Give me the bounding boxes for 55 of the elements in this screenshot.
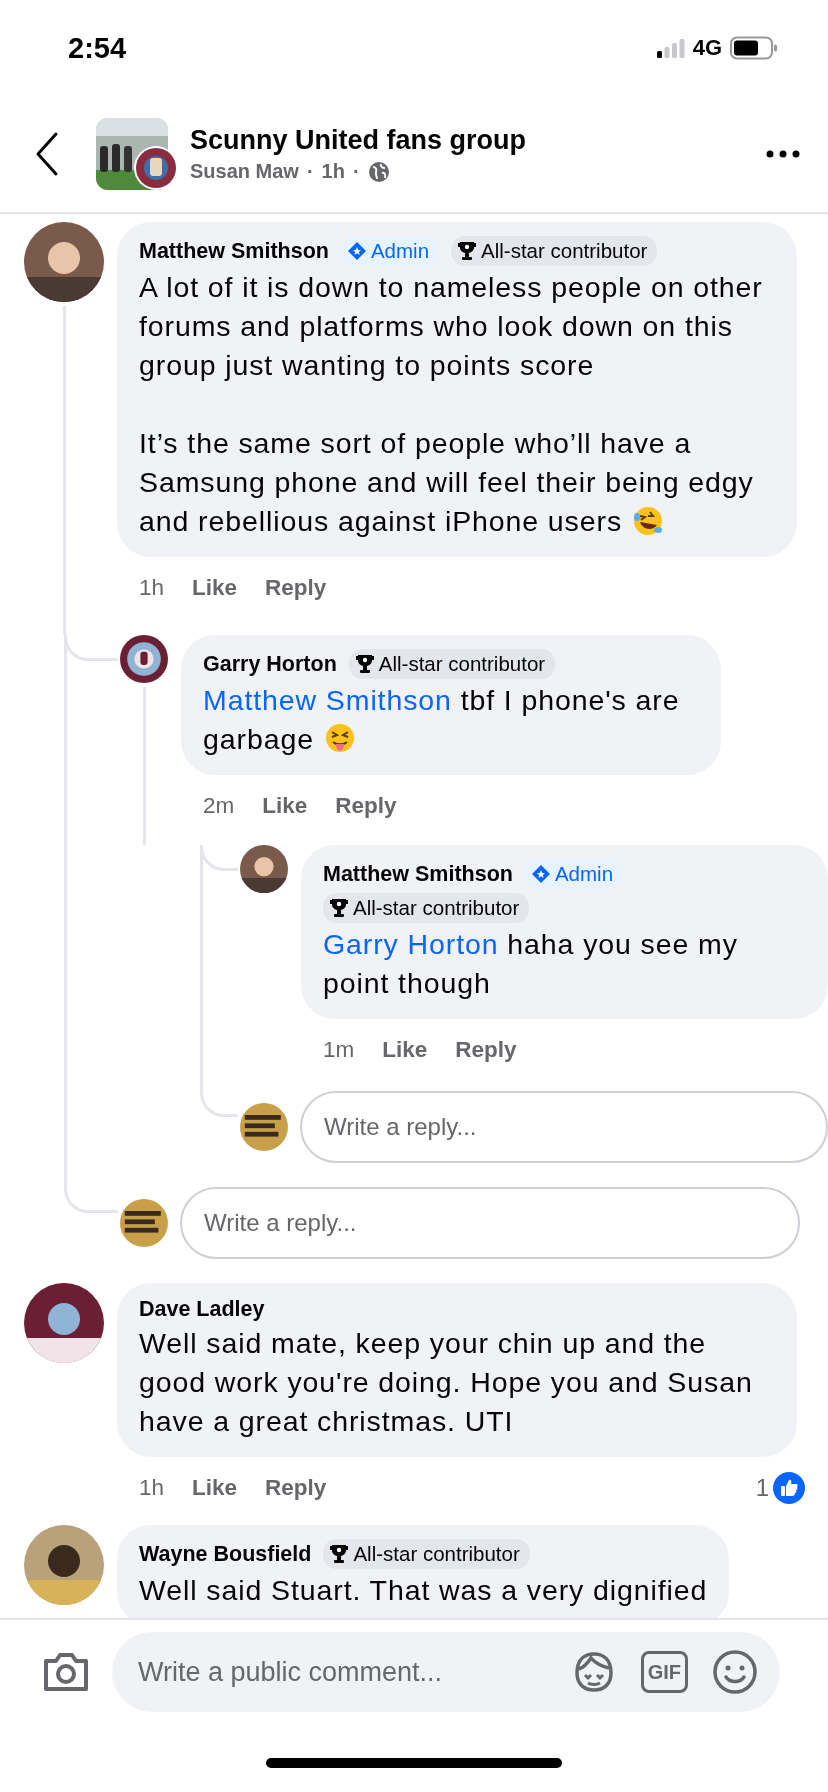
comment-author[interactable]: Garry Horton [203,651,337,677]
role-badge: All-star contributor [451,236,658,266]
comment-author[interactable]: Wayne Bousfield [139,1541,312,1567]
battery-icon [730,36,778,60]
comment-time: 2m [203,793,235,819]
comment-time: 1h [139,575,165,601]
like-link[interactable]: Like [382,1037,428,1063]
reply-link[interactable]: Reply [455,1037,517,1063]
reply-field[interactable]: Write a reply... [300,1091,828,1163]
thread-connector [200,1091,238,1117]
like-icon[interactable] [773,1472,805,1504]
reply-link[interactable]: Reply [335,793,397,819]
post-time: 1h [321,160,345,183]
signal-icon [656,38,685,58]
reply-link[interactable]: Reply [265,1475,327,1501]
comment-text: Well said Stuart. That was a very dignified [139,1573,708,1608]
comment-text: Well said mate, keep your chin up and the good work you're doing. Hope you and Susan have a great christmas. UTI [139,1326,754,1439]
network-label: 4G [692,35,722,61]
separator-dot: · [306,160,314,183]
role-badge: All-star contributor [323,893,530,923]
comment-field[interactable]: Write a public comment... GIF [112,1632,780,1712]
role-badge: Admin [340,236,440,266]
comment-text: Garry Horton haha you see my point though [323,927,739,1001]
comment-text: It’s the same sort of people who’ll have a Samsung phone and will feel their being edgy and rebellious against iPhone users [139,426,755,539]
role-badge: All-star contributor [348,649,556,679]
reaction-count[interactable]: 1 [755,1474,769,1502]
like-link[interactable]: Like [192,1475,238,1501]
comment-time: 1h [139,1475,165,1501]
like-link[interactable]: Like [262,793,308,819]
role-badge: Admin [524,859,624,889]
more-icon[interactable] [766,150,800,158]
comment-author[interactable]: Matthew Smithson [323,861,513,887]
camera-icon[interactable] [42,1651,90,1693]
mention-link[interactable]: Matthew Smithson [203,684,452,716]
mention-link[interactable]: Garry Horton [323,928,499,960]
role-badge: All-star contributor [323,1539,530,1569]
comment-author[interactable]: Matthew Smithson [139,238,329,264]
status-time: 2:54 [68,31,127,65]
back-icon[interactable] [34,131,60,177]
comment-author[interactable]: Dave Ladley [139,1297,265,1322]
group-title[interactable]: Scunny United fans group [190,125,766,156]
emoji-icon[interactable] [712,1649,758,1695]
globe-icon [367,160,390,183]
reply-link[interactable]: Reply [265,575,327,601]
separator-dot: · [352,160,360,183]
comment-text: Matthew Smithson tbf I phone's are garbage [203,683,681,757]
like-link[interactable]: Like [192,575,238,601]
post-author[interactable]: Susan Maw [190,160,299,183]
reply-field[interactable]: Write a reply... [180,1187,800,1259]
thread-connector [64,1187,118,1213]
comment-text: A lot of it is down to nameless people on other forums and platforms who look down on this group just wanting to points score [139,270,764,383]
gif-button[interactable]: GIF [640,1651,688,1693]
tongue-emoji-icon [323,723,356,755]
laughing-emoji-icon [632,505,665,537]
comment-time: 1m [323,1037,355,1063]
